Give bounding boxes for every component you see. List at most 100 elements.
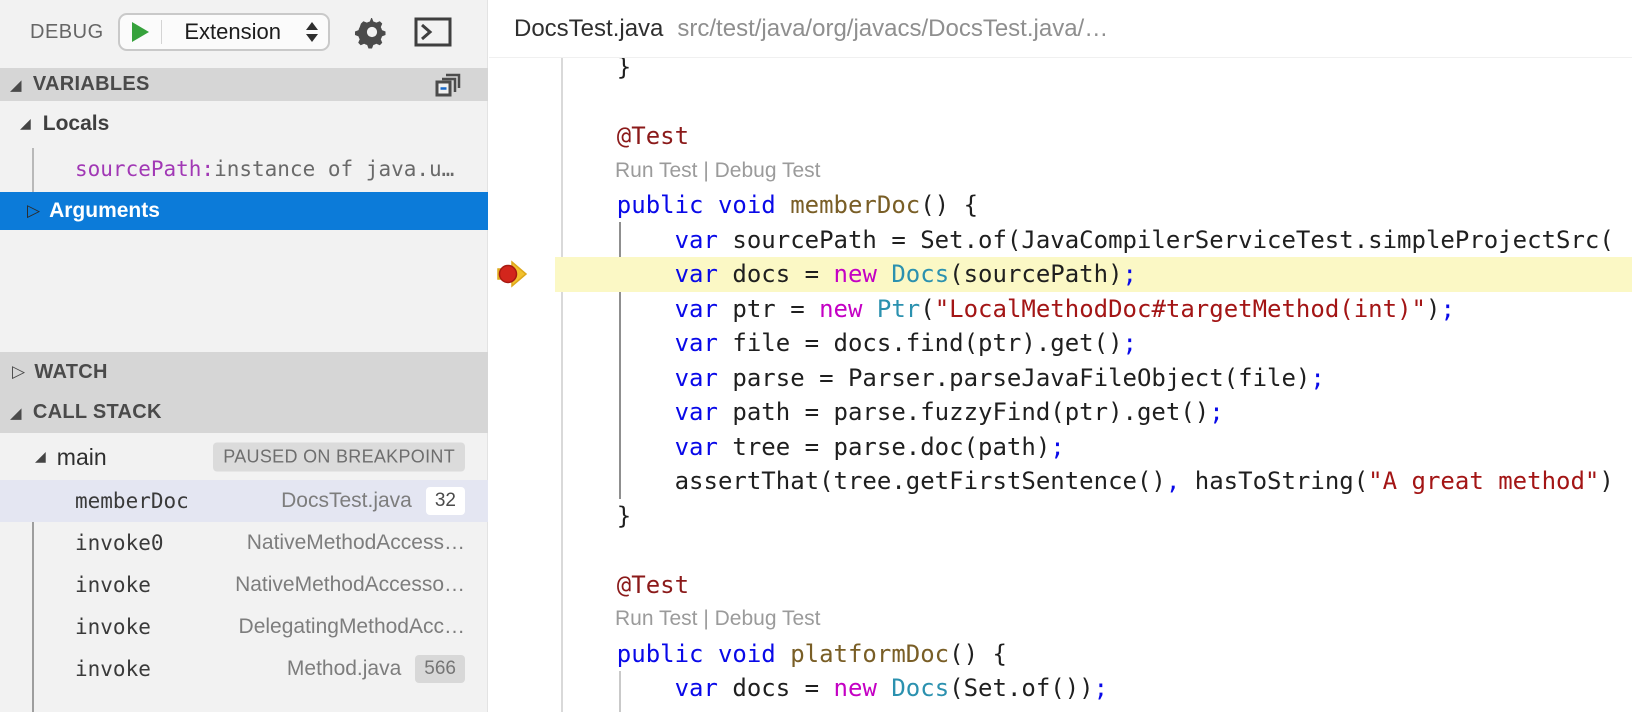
code-line: var file = docs.find(ptr).get(); xyxy=(555,326,1632,361)
code-line: var path = parse.fuzzyFind(ptr).get(); xyxy=(555,395,1632,430)
variable-name: sourcePath: xyxy=(75,157,215,181)
code-token-kw: var xyxy=(559,363,733,392)
code-token-kw: public void xyxy=(559,191,791,219)
variable-value: instance of java.u… xyxy=(214,157,455,181)
locals-scope-label: Locals xyxy=(42,112,110,135)
call-stack-section-header[interactable]: ◢ CALL STACK xyxy=(0,392,488,433)
frame-function-name: memberDoc xyxy=(75,489,189,513)
frame-file-name: Method.java xyxy=(286,657,402,680)
code-token-plain: ) xyxy=(1599,467,1614,495)
watch-section-title: WATCH xyxy=(34,360,108,383)
code-token-plain: docs = xyxy=(732,674,834,702)
code-line: public void memberDoc() { xyxy=(555,188,1632,223)
chevron-collapsed-icon[interactable]: ▷ xyxy=(27,201,40,221)
code-line: var sourcePath = Set.of(JavaCompilerServ… xyxy=(555,223,1632,258)
run-debug-test-lens-link[interactable]: Run Test | Debug Test xyxy=(615,159,820,182)
code-token-plain: ptr = xyxy=(732,294,820,323)
code-token-ctl: new xyxy=(833,260,892,288)
code-token-kw: var xyxy=(559,432,733,461)
editor-header[interactable]: DocsTest.java src/test/java/org/javacs/D… xyxy=(489,0,1632,58)
code-token-type: Docs xyxy=(891,260,950,288)
code-token-kw: ; xyxy=(1440,294,1455,323)
code-token-type: Ptr xyxy=(876,294,921,323)
code-token-plain: () { xyxy=(949,639,1007,668)
code-token-kw: var xyxy=(559,260,733,288)
chevron-expanded-icon[interactable]: ◢ xyxy=(35,449,46,465)
call-stack-thread-main[interactable]: ◢ main PAUSED ON BREAKPOINT xyxy=(0,434,488,480)
code-token-kw: , xyxy=(1165,467,1181,495)
code-token-kw: var xyxy=(559,329,733,357)
code-token-plain: } xyxy=(559,501,632,530)
frame-function-name: invoke xyxy=(75,615,151,639)
stack-frame-invoke0[interactable]: invoke0 NativeMethodAccess… xyxy=(0,522,488,564)
launch-config-select[interactable]: Extension xyxy=(162,19,304,45)
code-line-current: var docs = new Docs(sourcePath); xyxy=(555,257,1632,292)
code-token-plain: path = parse.fuzzyFind(ptr).get() xyxy=(732,398,1210,426)
editor-pane: } @Test Run Test | Debug Test public void… xyxy=(489,0,1632,712)
file-path-breadcrumb: src/test/java/org/javacs/DocsTest.java/… xyxy=(677,14,1109,42)
frame-file-name: NativeMethodAccess… xyxy=(246,531,465,554)
watch-section-header[interactable]: ▷ WATCH xyxy=(0,352,488,392)
code-token-str: "A great method" xyxy=(1368,467,1600,495)
code-lens-line: Run Test | Debug Test xyxy=(555,602,1632,637)
stack-frame-memberDoc[interactable]: memberDoc DocsTest.java 32 xyxy=(0,480,488,522)
chevron-expanded-icon[interactable]: ◢ xyxy=(10,76,22,94)
dropdown-arrows-icon[interactable] xyxy=(305,22,318,42)
frame-file-name: NativeMethodAccesso… xyxy=(235,573,465,596)
settings-gear-icon[interactable] xyxy=(354,14,390,50)
code-token-plain: ) xyxy=(1425,294,1441,323)
code-token-kw: ; xyxy=(1122,329,1137,357)
code-line: var parse = Parser.parseJavaFileObject(f… xyxy=(555,361,1632,396)
code-line: var docs = new Docs(Set.of()); xyxy=(555,671,1632,706)
code-token-plain: tree = parse.doc(path) xyxy=(732,432,1051,461)
code-token-plain: file = docs.find(ptr).get() xyxy=(732,329,1123,357)
chevron-collapsed-icon[interactable]: ▷ xyxy=(12,362,25,382)
code-token-kw: ; xyxy=(1050,432,1065,461)
debug-console-icon[interactable] xyxy=(414,16,452,48)
code-line: @Test xyxy=(555,568,1632,603)
frame-file-name: DocsTest.java xyxy=(281,489,412,512)
debug-panel-title: DEBUG xyxy=(30,20,104,43)
chevron-expanded-icon[interactable]: ◢ xyxy=(20,116,31,132)
code-token-plain: ( xyxy=(920,294,935,323)
variables-scope-arguments[interactable]: ▷ Arguments xyxy=(0,192,488,230)
code-lens-line: Run Test | Debug Test xyxy=(555,154,1632,189)
thread-name: main xyxy=(56,443,107,470)
code-token-kw: ; xyxy=(1122,260,1137,288)
frame-line-number-badge: 32 xyxy=(425,487,465,515)
variable-sourcePath[interactable]: sourcePath: instance of java.u… xyxy=(0,148,488,190)
file-title: DocsTest.java xyxy=(514,14,664,42)
code-token-plain: sourcePath = Set.of(JavaCompilerServiceT… xyxy=(732,225,1614,254)
code-token-plain: docs = xyxy=(732,260,834,288)
variables-scope-locals[interactable]: ◢ Locals xyxy=(0,104,488,144)
stack-frame-invoke[interactable]: invoke DelegatingMethodAcc… xyxy=(0,606,488,648)
chevron-expanded-icon[interactable]: ◢ xyxy=(10,404,22,422)
code-line: var ptr = new Ptr("LocalMethodDoc#target… xyxy=(555,292,1632,327)
call-stack-frames: memberDoc DocsTest.java 32 invoke0 NativeMet… xyxy=(0,480,488,690)
run-debug-test-lens-link[interactable]: Run Test | Debug Test xyxy=(615,607,820,630)
code-line: public void platformDoc() { xyxy=(555,637,1632,672)
code-line: var tree = parse.doc(path); xyxy=(555,430,1632,465)
arguments-scope-label: Arguments xyxy=(49,199,160,222)
code-token-kw: public void xyxy=(559,639,791,668)
launch-config-control[interactable]: Extension xyxy=(117,13,330,51)
stack-frame-invoke[interactable]: invoke Method.java 566 xyxy=(0,648,488,690)
code-token-plain: hasToString( xyxy=(1180,467,1369,495)
code-token-ctl: new xyxy=(819,294,877,323)
frame-line-number-badge: 566 xyxy=(415,655,465,683)
code-token-kw: ; xyxy=(1093,674,1109,702)
collapse-all-icon[interactable] xyxy=(434,71,462,105)
code-token-ctl: new xyxy=(833,674,892,702)
stack-frame-invoke[interactable]: invoke NativeMethodAccesso… xyxy=(0,564,488,606)
code-token-kw: var xyxy=(559,398,733,426)
code-token-plain: assertThat(tree.getFirstSentence() xyxy=(559,467,1166,495)
code-area[interactable]: } @Test Run Test | Debug Test public void… xyxy=(489,0,1632,712)
code-lines: } @Test Run Test | Debug Test public void… xyxy=(555,50,1632,706)
variables-section-header[interactable]: ◢ VARIABLES xyxy=(0,68,488,101)
code-token-str: "LocalMethodDoc#targetMethod(int)" xyxy=(934,294,1426,323)
variables-section-title: VARIABLES xyxy=(32,73,150,95)
breakpoint-execution-pointer-icon[interactable] xyxy=(496,260,530,293)
start-debug-icon[interactable] xyxy=(131,22,149,42)
